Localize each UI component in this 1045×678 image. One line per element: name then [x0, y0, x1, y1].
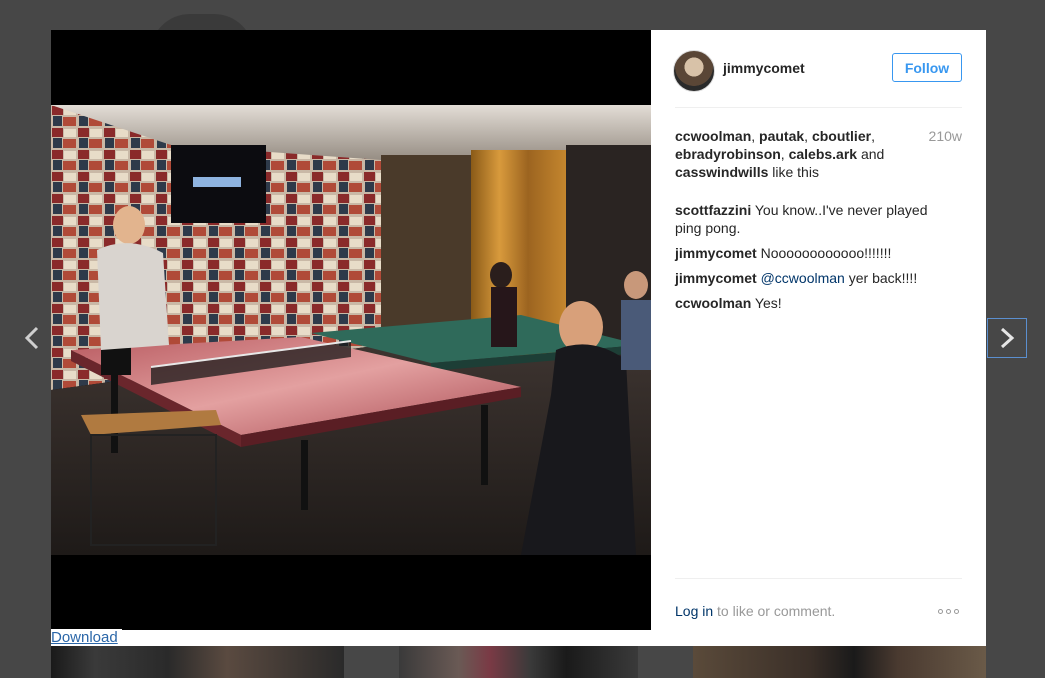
liker-link[interactable]: ccwoolman — [675, 128, 751, 144]
ellipsis-icon — [946, 608, 951, 614]
comment-item: ccwoolman Yes! — [675, 294, 945, 312]
comment-author[interactable]: scottfazzini — [675, 202, 751, 218]
post-timestamp[interactable]: 210w — [929, 127, 962, 145]
login-prompt: Log in to like or comment. — [675, 603, 835, 619]
comment-author[interactable]: ccwoolman — [675, 295, 751, 311]
grid-thumbnail[interactable] — [399, 646, 638, 678]
next-post-button[interactable] — [987, 318, 1027, 358]
comment-item: scottfazzini You know..I've never played… — [675, 201, 945, 237]
user-avatar[interactable] — [673, 50, 715, 92]
comment-text: yer back!!!! — [848, 270, 918, 286]
grid-thumbnail[interactable] — [693, 646, 986, 678]
post-header: jimmycomet Follow — [673, 50, 962, 108]
more-options-button[interactable] — [938, 607, 962, 615]
liker-link[interactable]: casswindwills — [675, 164, 768, 180]
chevron-left-icon — [24, 326, 39, 350]
ellipsis-icon — [954, 608, 959, 614]
login-link[interactable]: Log in — [675, 603, 713, 619]
comment-author[interactable]: jimmycomet — [675, 245, 757, 261]
liked-by-text: ccwoolman, pautak, cboutlier, ebradyrobi… — [675, 128, 885, 180]
chevron-right-icon — [1000, 327, 1015, 349]
comment-list: scottfazzini You know..I've never played… — [675, 201, 945, 319]
previous-post-button[interactable] — [12, 318, 52, 358]
follow-button[interactable]: Follow — [892, 53, 962, 82]
post-footer: Log in to like or comment. — [675, 578, 962, 631]
login-suffix: to like or comment. — [717, 603, 836, 619]
likes-suffix: like this — [772, 164, 819, 180]
comment-item: jimmycomet Noooooooooooo!!!!!!! — [675, 244, 945, 262]
post-photo[interactable] — [51, 105, 651, 555]
comment-mention[interactable]: @ccwoolman — [761, 270, 845, 286]
post-sidebar: jimmycomet Follow ccwoolman, pautak, cbo… — [673, 30, 962, 631]
liker-link[interactable]: calebs.ark — [789, 146, 858, 162]
comment-text: Yes! — [754, 295, 782, 311]
liker-link[interactable]: cboutlier — [812, 128, 871, 144]
download-link[interactable]: Download — [51, 629, 122, 646]
post-username[interactable]: jimmycomet — [723, 60, 805, 76]
likes-joiner: and — [860, 146, 885, 162]
liker-link[interactable]: ebradyrobinson — [675, 146, 781, 162]
post-modal: jimmycomet Follow ccwoolman, pautak, cbo… — [51, 30, 986, 646]
ellipsis-icon — [938, 608, 943, 614]
comment-item: jimmycomet @ccwoolman yer back!!!! — [675, 269, 945, 287]
liker-link[interactable]: pautak — [759, 128, 804, 144]
post-media — [51, 30, 651, 630]
comment-author[interactable]: jimmycomet — [675, 270, 757, 286]
grid-thumbnail[interactable] — [51, 646, 344, 678]
comment-text: Noooooooooooo!!!!!!! — [760, 245, 892, 261]
likes-summary: ccwoolman, pautak, cboutlier, ebradyrobi… — [675, 127, 962, 181]
